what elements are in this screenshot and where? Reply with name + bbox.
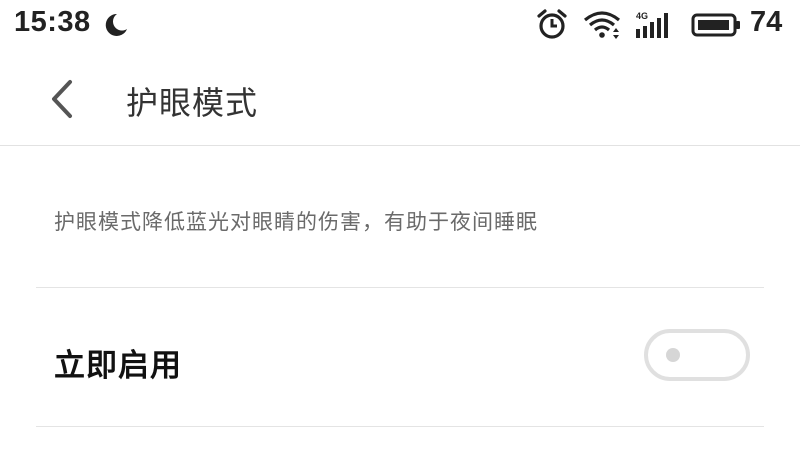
app-bar: 护眼模式 [0, 50, 800, 146]
enable-now-toggle[interactable] [644, 329, 750, 381]
mode-description: 护眼模式降低蓝光对眼睛的伤害，有助于夜间睡眠 [54, 210, 538, 234]
page-title: 护眼模式 [126, 84, 259, 122]
battery-level: 74 [750, 6, 783, 38]
setting-label: 立即启用 [54, 348, 182, 384]
moon-icon [105, 13, 127, 36]
setting-row-enable-now[interactable]: 立即启用 [0, 288, 800, 426]
toggle-knob [666, 348, 680, 362]
signal-icon: 4G [636, 11, 668, 38]
divider [36, 426, 764, 427]
wifi-icon [583, 11, 621, 39]
network-type-label: 4G [636, 11, 648, 21]
back-button[interactable] [40, 76, 86, 122]
status-time: 15:38 [14, 6, 91, 38]
battery-icon [691, 13, 740, 37]
status-bar: 15:38 4G 74 [0, 0, 800, 50]
alarm-icon [537, 9, 567, 39]
chevron-left-icon [52, 80, 72, 118]
